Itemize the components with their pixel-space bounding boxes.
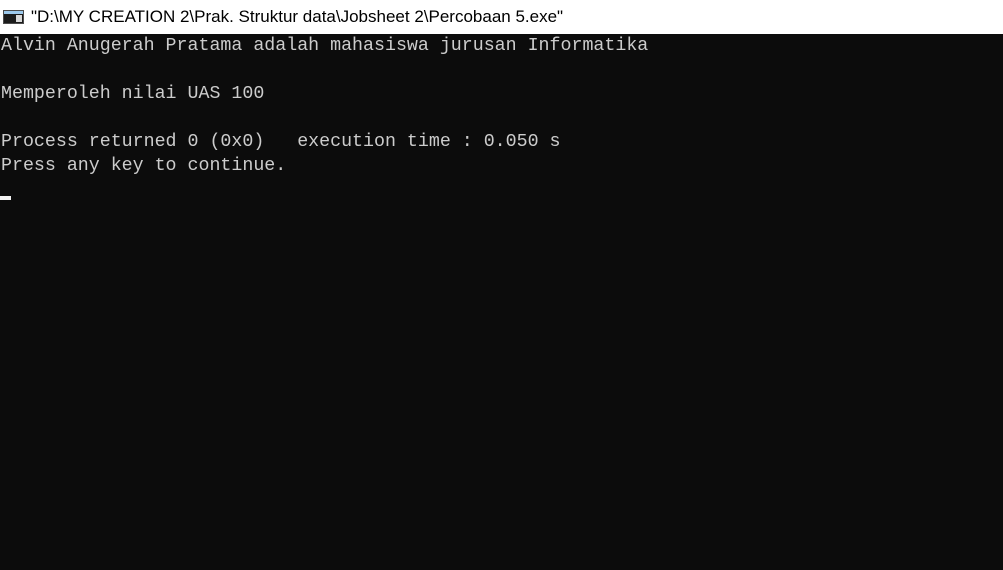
- console-line-process-returned: Process returned 0 (0x0) execution time …: [1, 132, 561, 152]
- console-window-icon-bar: [4, 11, 23, 14]
- title-bar[interactable]: "D:\MY CREATION 2\Prak. Struktur data\Jo…: [0, 0, 1003, 34]
- console-line-press-key: Press any key to continue.: [1, 156, 287, 176]
- window-title: "D:\MY CREATION 2\Prak. Struktur data\Jo…: [31, 7, 564, 26]
- text-cursor: [0, 196, 11, 200]
- console-line-student: Alvin Anugerah Pratama adalah mahasiswa …: [1, 36, 649, 56]
- console-window-icon-panel: [16, 15, 22, 22]
- console-line-score: Memperoleh nilai UAS 100: [1, 84, 265, 104]
- console-window-icon[interactable]: [3, 10, 24, 24]
- console-output[interactable]: Alvin Anugerah Pratama adalah mahasiswa …: [0, 34, 1003, 570]
- console-window: "D:\MY CREATION 2\Prak. Struktur data\Jo…: [0, 0, 1003, 570]
